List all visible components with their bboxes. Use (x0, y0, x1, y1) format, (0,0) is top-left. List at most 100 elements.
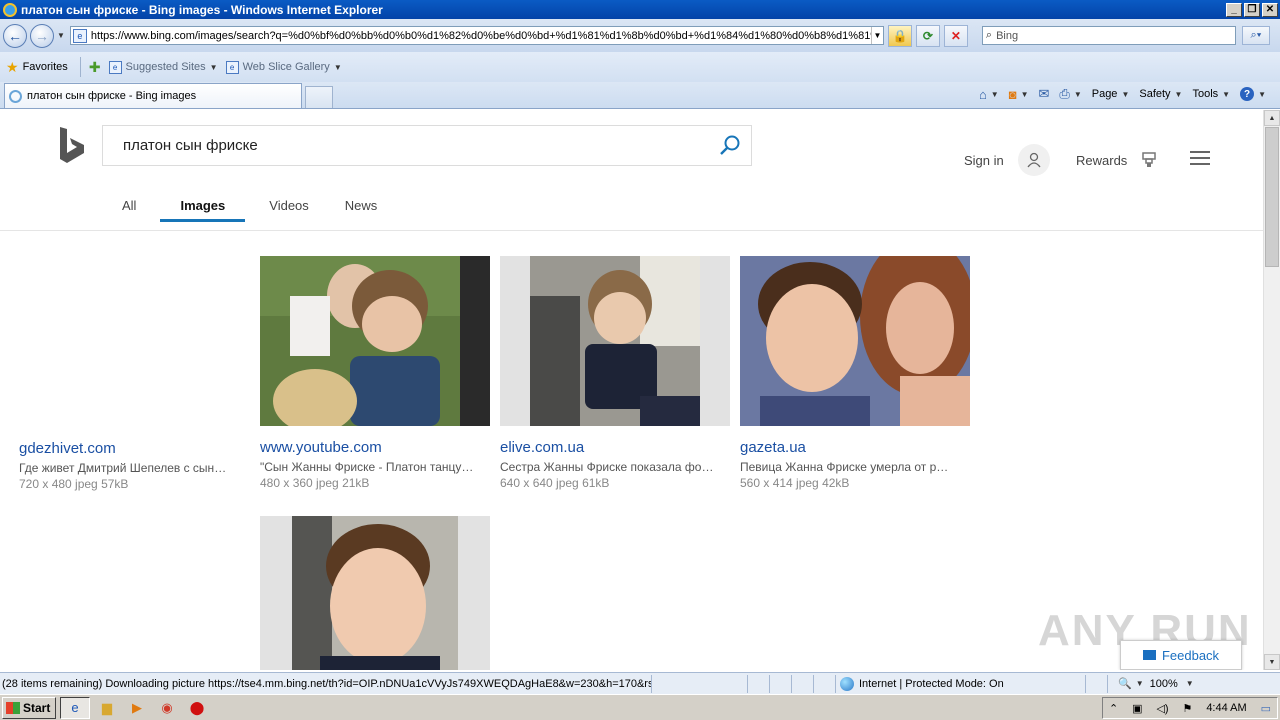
search-button[interactable]: ⌕▾ (1241, 26, 1270, 45)
ie-taskbar-icon[interactable]: e (60, 696, 90, 719)
forward-button[interactable]: → (30, 23, 54, 48)
refresh-button[interactable]: ⟳ (915, 24, 940, 47)
safety-menu[interactable]: Safety ▼ (1139, 88, 1182, 100)
tab-videos[interactable]: Videos (257, 198, 321, 222)
result-description: Где живет Дмитрий Шепелев с сын… (19, 461, 227, 475)
tools-menu[interactable]: Tools ▼ (1192, 88, 1230, 100)
trophy-icon (1142, 152, 1157, 167)
image-result[interactable]: elive.com.ua Сестра Жанны Фриске показал… (500, 256, 730, 490)
tab-news[interactable]: News (333, 198, 390, 222)
rss-icon: ◙ (1008, 86, 1017, 102)
clock[interactable]: 4:44 AM (1206, 702, 1246, 714)
chrome-icon[interactable]: ◉ (154, 697, 180, 719)
sign-in-button[interactable]: Sign in (964, 144, 1050, 176)
web-slice-label: Web Slice Gallery (242, 61, 330, 73)
status-bar: (28 items remaining) Downloading picture… (0, 672, 1280, 694)
result-meta: 640 x 640 jpeg 61kB (500, 476, 610, 490)
start-button[interactable]: Start (2, 696, 56, 719)
favorites-bar: ★ Favorites ✚ e Suggested Sites ▼ e Web … (0, 52, 1280, 82)
search-icon[interactable] (719, 134, 741, 156)
image-result[interactable] (260, 516, 490, 670)
address-input[interactable]: e https://www.bing.com/images/search?q=%… (69, 26, 884, 45)
address-text: https://www.bing.com/images/search?q=%d0… (90, 29, 871, 42)
status-cell (792, 674, 814, 693)
lock-icon[interactable]: 🔒 (887, 24, 912, 47)
mail-button[interactable]: ✉ (1039, 86, 1050, 102)
image-result[interactable]: www.youtube.com "Сын Жанны Фриске - Плат… (260, 256, 490, 490)
rewards-button[interactable]: Rewards (1076, 152, 1157, 168)
result-source[interactable]: www.youtube.com (260, 439, 490, 456)
favorites-button[interactable]: ★ Favorites (6, 59, 68, 76)
bing-query-text: платон сын фриске (123, 137, 258, 154)
result-source[interactable]: gdezhivet.com (19, 440, 249, 457)
recent-pages-dropdown[interactable]: ▼ (57, 31, 65, 40)
result-source[interactable]: gazeta.ua (740, 439, 970, 456)
scroll-up-button[interactable]: ▲ (1264, 110, 1280, 126)
search-input[interactable]: ⌕ Bing (981, 26, 1236, 45)
suggested-sites-link[interactable]: e Suggested Sites ▼ (108, 60, 218, 74)
home-button[interactable]: ⌂ ▼ (979, 87, 999, 102)
maximize-button[interactable]: ❐ (1244, 2, 1260, 17)
menu-icon[interactable] (1190, 151, 1210, 165)
bing-logo-icon[interactable] (58, 126, 86, 164)
feedback-button[interactable]: Feedback (1120, 640, 1242, 670)
folder-icon[interactable]: ▆ (94, 697, 120, 719)
result-thumbnail[interactable] (260, 516, 490, 670)
tab-images[interactable]: Images (160, 198, 246, 222)
suggested-sites-label: Suggested Sites (125, 61, 206, 73)
show-desktop-icon[interactable]: ▭ (1261, 702, 1271, 715)
sign-in-label: Sign in (964, 152, 1004, 168)
warning-icon[interactable]: ⬤ (184, 697, 210, 719)
help-menu[interactable]: ? ▼ (1240, 87, 1266, 101)
page-icon: e (72, 28, 87, 43)
feedback-icon (1142, 650, 1156, 660)
result-description: Сестра Жанны Фриске показала фо… (500, 460, 714, 474)
stop-button[interactable]: ✕ (943, 24, 968, 47)
add-to-favorites-icon[interactable]: ✚ (89, 59, 101, 76)
network-icon[interactable]: ▣ (1132, 702, 1142, 715)
window-title-bar: платон сын фриске - Bing images - Window… (0, 0, 1280, 19)
result-source[interactable]: elive.com.ua (500, 439, 730, 456)
scroll-thumb[interactable] (1265, 127, 1279, 267)
new-tab-button[interactable] (305, 86, 333, 108)
safety-menu-label: Safety (1139, 88, 1171, 100)
search-placeholder: Bing (996, 29, 1019, 42)
minimize-button[interactable]: _ (1226, 2, 1242, 17)
status-text: (28 items remaining) Downloading picture… (0, 674, 652, 693)
loading-icon (9, 89, 22, 103)
tab-bing-images[interactable]: платон сын фриске - Bing images (4, 83, 302, 108)
result-description: "Сын Жанны Фриске - Платон танцу… (260, 460, 474, 474)
result-thumbnail[interactable] (500, 256, 730, 426)
page-viewport: платон сын фриске Sign in Rewards All Im… (0, 110, 1280, 670)
tray-arrow-icon[interactable]: ⌃ (1109, 702, 1118, 715)
volume-icon[interactable]: ◁) (1156, 702, 1168, 715)
security-zone[interactable]: Internet | Protected Mode: On (836, 674, 1086, 693)
scroll-down-button[interactable]: ▼ (1264, 654, 1280, 670)
print-button[interactable]: ⎙ ▼ (1059, 86, 1081, 102)
result-meta: 560 x 414 jpeg 42kB (740, 476, 850, 490)
bing-search-box[interactable]: платон сын фриске (102, 125, 752, 166)
image-result[interactable]: gazeta.ua Певица Жанна Фриске умерла от … (740, 256, 970, 490)
address-dropdown[interactable]: ▼ (870, 27, 883, 44)
zone-label: Internet | Protected Mode: On (859, 677, 1004, 690)
zoom-control[interactable]: 🔍 ▼ 100% ▼ (1118, 677, 1194, 691)
tab-all[interactable]: All (110, 198, 148, 222)
mail-icon: ✉ (1038, 86, 1050, 101)
image-result[interactable]: gdezhivet.com Где живет Дмитрий Шепелев … (19, 440, 249, 491)
close-window-button[interactable]: ✕ (1262, 2, 1278, 17)
zoom-icon: 🔍 (1118, 678, 1132, 690)
page-menu[interactable]: Page ▼ (1092, 88, 1130, 100)
rewards-label: Rewards (1076, 152, 1128, 168)
flag-icon[interactable]: ⚑ (1183, 702, 1193, 715)
back-button[interactable]: ← (3, 23, 27, 48)
feeds-button[interactable]: ◙ ▼ (1009, 87, 1029, 102)
ie-logo-icon (3, 2, 17, 17)
protected-mode-icon[interactable] (1086, 674, 1108, 693)
status-cell (748, 674, 770, 693)
result-thumbnail[interactable] (260, 256, 490, 426)
status-cell (770, 674, 792, 693)
result-thumbnail[interactable] (740, 256, 970, 426)
media-player-icon[interactable]: ▶ (124, 697, 150, 719)
vertical-scrollbar[interactable]: ▲ ▼ (1263, 110, 1280, 670)
web-slice-gallery-link[interactable]: e Web Slice Gallery ▼ (225, 60, 342, 74)
